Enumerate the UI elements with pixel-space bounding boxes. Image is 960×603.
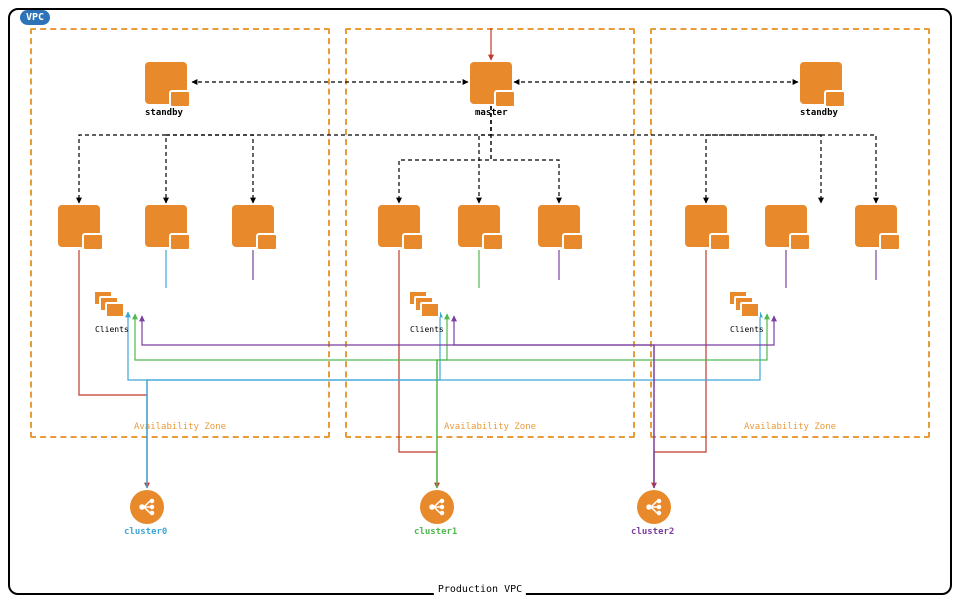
master-label: master [475, 108, 508, 118]
master-db [470, 62, 512, 104]
standby-label: standby [145, 108, 183, 118]
standby-db-right [800, 62, 842, 104]
shard-db [538, 205, 580, 247]
load-balancer-icon [420, 490, 454, 524]
vpc-badge-icon: VPC [20, 10, 50, 25]
az-label: Availability Zone [444, 422, 536, 432]
standby-db-left [145, 62, 187, 104]
clients-label: Clients [730, 325, 764, 334]
shard-db [378, 205, 420, 247]
load-balancer-icon [637, 490, 671, 524]
clients-label: Clients [410, 325, 444, 334]
shard-db [58, 205, 100, 247]
az-label: Availability Zone [134, 422, 226, 432]
shard-db [855, 205, 897, 247]
clients-label: Clients [95, 325, 129, 334]
load-balancer-icon [130, 490, 164, 524]
clients-group-icon [408, 290, 438, 320]
shard-db [765, 205, 807, 247]
standby-label: standby [800, 108, 838, 118]
shard-db [145, 205, 187, 247]
shard-db [458, 205, 500, 247]
clients-group-icon [93, 290, 123, 320]
clients-group-icon [728, 290, 758, 320]
shard-db [232, 205, 274, 247]
az-label: Availability Zone [744, 422, 836, 432]
cluster2-label: cluster2 [631, 527, 674, 537]
cluster0-label: cluster0 [124, 527, 167, 537]
cluster1-label: cluster1 [414, 527, 457, 537]
shard-db [685, 205, 727, 247]
vpc-title: Production VPC [434, 584, 526, 595]
